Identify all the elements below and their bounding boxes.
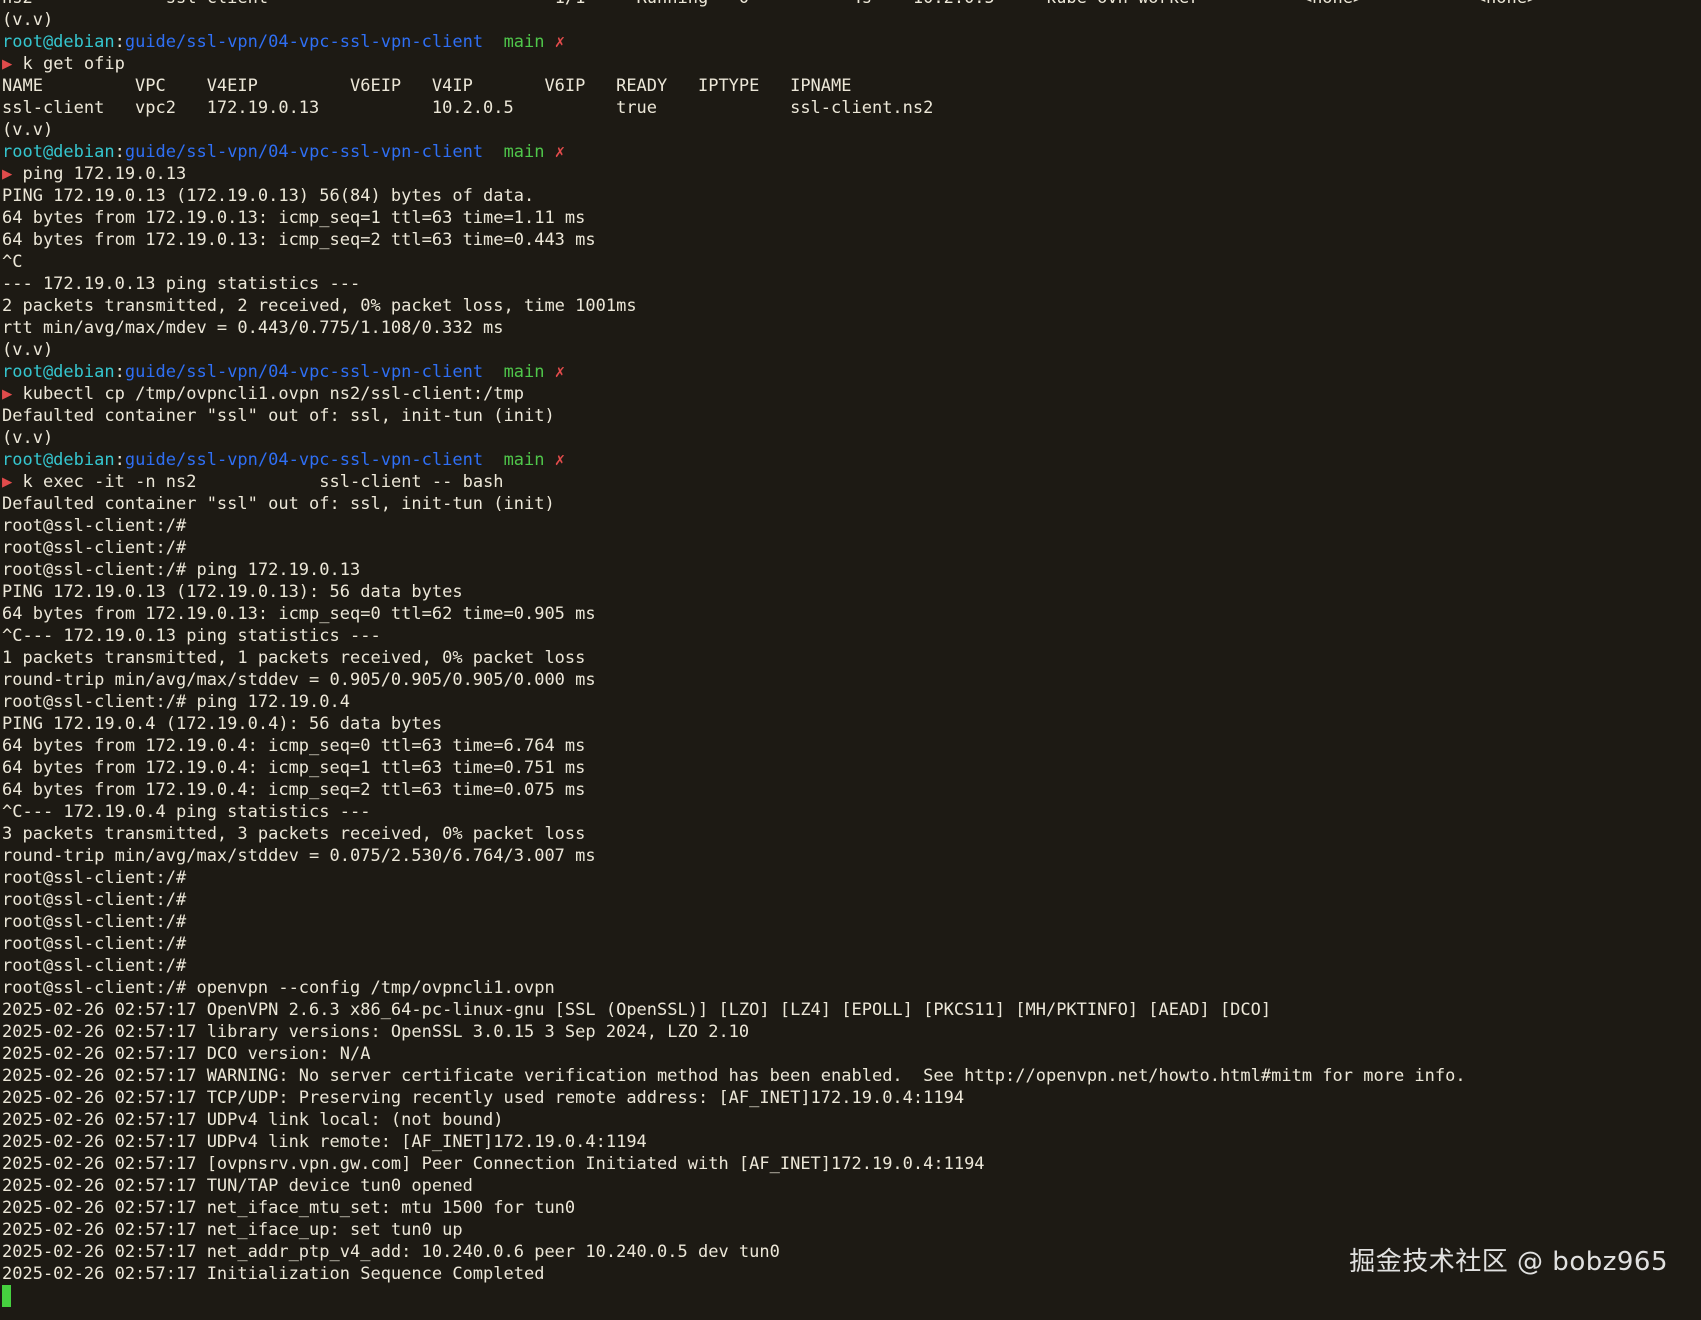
output-line: root@ssl-client:/#	[2, 868, 187, 888]
cursor-line	[2, 1285, 1699, 1307]
output-line: Defaulted container "ssl" out of: ssl, i…	[2, 494, 555, 514]
output-line: 64 bytes from 172.19.0.13: icmp_seq=1 tt…	[2, 208, 586, 228]
output-line: NAME VPC V4EIP V6EIP V4IP V6IP READY IPT…	[2, 76, 852, 96]
prompt-separator: :	[114, 32, 125, 52]
output-line: root@ssl-client:/# openvpn --config /tmp…	[2, 978, 555, 998]
output-line: 64 bytes from 172.19.0.13: icmp_seq=2 tt…	[2, 230, 596, 250]
prompt-arrow-icon: ▶	[2, 54, 13, 74]
output-line: Defaulted container "ssl" out of: ssl, i…	[2, 406, 555, 426]
output-line: 64 bytes from 172.19.0.13: icmp_seq=0 tt…	[2, 604, 596, 624]
output-line: 2025-02-26 02:57:17 library versions: Op…	[2, 1022, 750, 1042]
output-line: (v.v)	[2, 340, 54, 360]
shell-prompt: root@debian:guide/ssl-vpn/04-vpc-ssl-vpn…	[2, 361, 1699, 383]
output-line: 2025-02-26 02:57:17 OpenVPN 2.6.3 x86_64…	[2, 1000, 1272, 1020]
output-line: (v.v)	[2, 10, 54, 30]
output-line: 2025-02-26 02:57:17 WARNING: No server c…	[2, 1066, 1466, 1086]
terminal-output[interactable]: ns2 ssl-client 1/1 Running 0 4s 10.2.0.5…	[2, 0, 1699, 1307]
output-line: 2025-02-26 02:57:17 UDPv4 link remote: […	[2, 1132, 647, 1152]
output-line: root@ssl-client:/#	[2, 516, 187, 536]
command-text: k exec -it -n ns2 ssl-client -- bash	[22, 472, 504, 492]
output-line: ^C	[2, 252, 23, 272]
prompt-user: root@debian	[2, 32, 115, 52]
output-line: 2025-02-26 02:57:17 UDPv4 link local: (n…	[2, 1110, 504, 1130]
prompt-branch: main	[503, 32, 545, 52]
prompt-path: guide/ssl-vpn/04-vpc-ssl-vpn-client	[124, 142, 484, 162]
output-line: round-trip min/avg/max/stddev = 0.075/2.…	[2, 846, 596, 866]
prompt-separator: :	[114, 450, 125, 470]
shell-prompt: root@debian:guide/ssl-vpn/04-vpc-ssl-vpn…	[2, 449, 1699, 471]
prompt-dirty-icon: ✗	[554, 362, 566, 382]
output-line: 64 bytes from 172.19.0.4: icmp_seq=2 ttl…	[2, 780, 586, 800]
command-text: k get ofip	[22, 54, 125, 74]
output-line: root@ssl-client:/#	[2, 934, 187, 954]
output-line: root@ssl-client:/#	[2, 956, 187, 976]
output-line: --- 172.19.0.13 ping statistics ---	[2, 274, 361, 294]
prompt-dirty-icon: ✗	[554, 142, 566, 162]
prompt-branch: main	[503, 362, 545, 382]
prompt-user: root@debian	[2, 362, 115, 382]
output-line: 2025-02-26 02:57:17 net_iface_up: set tu…	[2, 1220, 463, 1240]
output-line: ^C--- 172.19.0.4 ping statistics ---	[2, 802, 371, 822]
prompt-branch: main	[503, 450, 545, 470]
shell-prompt: root@debian:guide/ssl-vpn/04-vpc-ssl-vpn…	[2, 31, 1699, 53]
prompt-dirty-icon: ✗	[554, 32, 566, 52]
prompt-user: root@debian	[2, 142, 115, 162]
prompt-branch: main	[503, 142, 545, 162]
output-line: PING 172.19.0.4 (172.19.0.4): 56 data by…	[2, 714, 443, 734]
prompt-path: guide/ssl-vpn/04-vpc-ssl-vpn-client	[124, 450, 484, 470]
output-line: root@ssl-client:/# ping 172.19.0.4	[2, 692, 350, 712]
output-line: ns2 ssl-client 1/1 Running 0 4s 10.2.0.5…	[2, 0, 1699, 9]
prompt-path: guide/ssl-vpn/04-vpc-ssl-vpn-client	[124, 32, 484, 52]
output-line: (v.v)	[2, 428, 54, 448]
output-line: ^C--- 172.19.0.13 ping statistics ---	[2, 626, 381, 646]
output-line: root@ssl-client:/#	[2, 538, 187, 558]
output-line: 64 bytes from 172.19.0.4: icmp_seq=0 ttl…	[2, 736, 586, 756]
command-text: kubectl cp /tmp/ovpncli1.ovpn ns2/ssl-cl…	[22, 384, 525, 404]
output-line: round-trip min/avg/max/stddev = 0.905/0.…	[2, 670, 596, 690]
output-line: 2025-02-26 02:57:17 DCO version: N/A	[2, 1044, 371, 1064]
output-line: (v.v)	[2, 120, 54, 140]
prompt-user: root@debian	[2, 450, 115, 470]
watermark: 掘金技术社区 @ bobz965	[1349, 1247, 1668, 1277]
output-line: root@ssl-client:/#	[2, 890, 187, 910]
command-line: ▶ kubectl cp /tmp/ovpncli1.ovpn ns2/ssl-…	[2, 383, 1699, 405]
text-cursor[interactable]	[2, 1285, 11, 1307]
output-line: rtt min/avg/max/mdev = 0.443/0.775/1.108…	[2, 318, 504, 338]
prompt-separator: :	[114, 142, 125, 162]
shell-prompt: root@debian:guide/ssl-vpn/04-vpc-ssl-vpn…	[2, 141, 1699, 163]
command-line: ▶ k exec -it -n ns2 ssl-client -- bash	[2, 471, 1699, 493]
prompt-separator: :	[114, 362, 125, 382]
output-line: 2025-02-26 02:57:17 net_iface_mtu_set: m…	[2, 1198, 576, 1218]
output-line: ssl-client vpc2 172.19.0.13 10.2.0.5 tru…	[2, 98, 934, 118]
prompt-arrow-icon: ▶	[2, 472, 13, 492]
output-line: 2025-02-26 02:57:17 TCP/UDP: Preserving …	[2, 1088, 965, 1108]
output-line: root@ssl-client:/#	[2, 912, 187, 932]
command-line: ▶ ping 172.19.0.13	[2, 163, 1699, 185]
output-line: 64 bytes from 172.19.0.4: icmp_seq=1 ttl…	[2, 758, 586, 778]
output-line: PING 172.19.0.13 (172.19.0.13) 56(84) by…	[2, 186, 535, 206]
command-text: ping 172.19.0.13	[22, 164, 187, 184]
prompt-arrow-icon: ▶	[2, 164, 13, 184]
prompt-dirty-icon: ✗	[554, 450, 566, 470]
command-line: ▶ k get ofip	[2, 53, 1699, 75]
output-line: PING 172.19.0.13 (172.19.0.13): 56 data …	[2, 582, 463, 602]
output-line: 1 packets transmitted, 1 packets receive…	[2, 648, 586, 668]
output-line: 2025-02-26 02:57:17 [ovpnsrv.vpn.gw.com]…	[2, 1154, 985, 1174]
output-line: 2 packets transmitted, 2 received, 0% pa…	[2, 296, 637, 316]
prompt-path: guide/ssl-vpn/04-vpc-ssl-vpn-client	[124, 362, 484, 382]
output-line: 3 packets transmitted, 3 packets receive…	[2, 824, 586, 844]
output-line: 2025-02-26 02:57:17 TUN/TAP device tun0 …	[2, 1176, 473, 1196]
prompt-arrow-icon: ▶	[2, 384, 13, 404]
output-line: root@ssl-client:/# ping 172.19.0.13	[2, 560, 361, 580]
